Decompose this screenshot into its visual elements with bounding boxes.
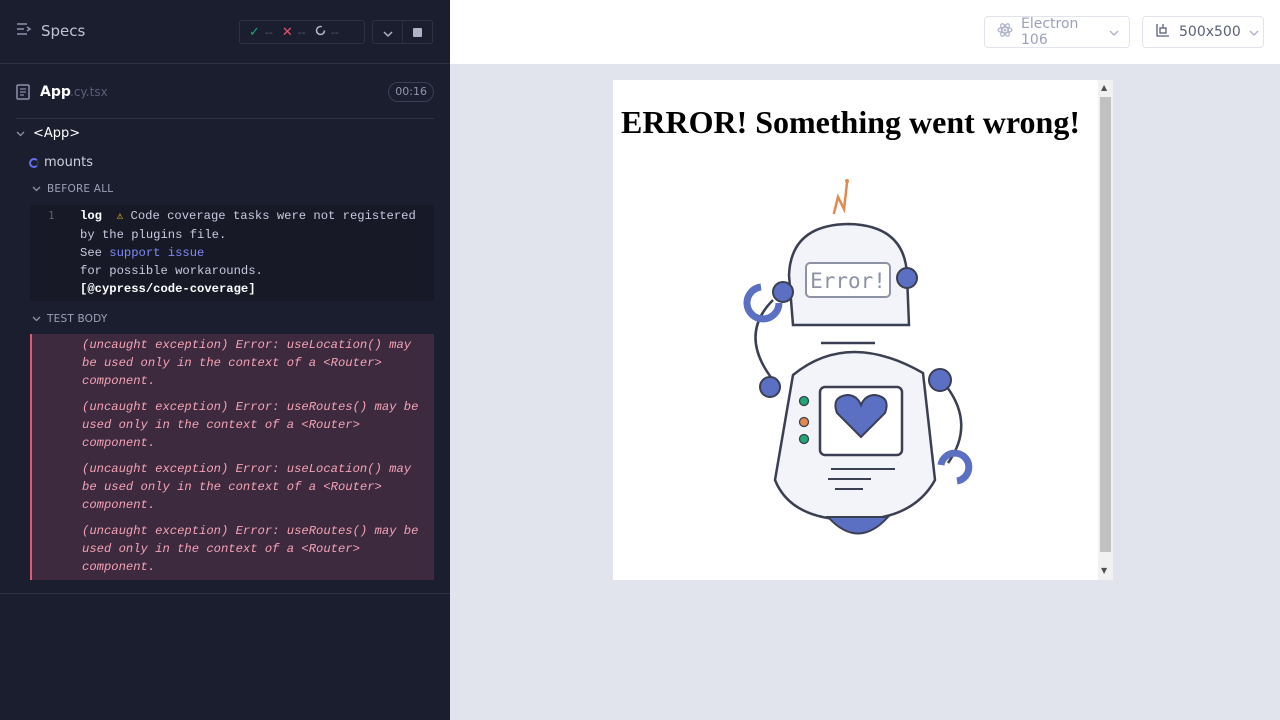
spinner-icon	[29, 157, 39, 168]
x-icon: ✕	[281, 24, 293, 40]
command-text-2: by the plugins file.	[80, 228, 227, 242]
command-tag: [@cypress/code-coverage]	[80, 282, 256, 296]
error-line: (uncaught exception) Error: useRoutes() …	[82, 400, 419, 414]
error-entry[interactable]: (uncaught exception) Error: useLocation(…	[82, 336, 430, 390]
collapse-all-button[interactable]	[372, 20, 403, 44]
error-line: component.	[82, 374, 156, 388]
run-duration: 00:16	[388, 82, 434, 102]
browser-selector[interactable]: Electron 106	[984, 16, 1130, 48]
divider	[0, 593, 450, 594]
spec-file-name: App	[40, 84, 71, 100]
error-entry[interactable]: (uncaught exception) Error: useLocation(…	[82, 460, 430, 514]
viewport-size: 500x500	[1179, 24, 1241, 40]
spinner-icon	[315, 25, 326, 39]
error-line: (uncaught exception) Error: useRoutes() …	[82, 524, 419, 538]
pending-stat: --	[315, 25, 339, 39]
viewport-selector[interactable]: 500x500	[1142, 16, 1264, 48]
robot-arm	[754, 299, 774, 381]
reporter-header: Specs ✓ -- ✕ -- --	[0, 0, 450, 64]
error-log: (uncaught exception) Error: useLocation(…	[30, 334, 434, 580]
preview-header: Electron 106 500x500	[450, 0, 1280, 64]
failed-count: --	[297, 25, 306, 39]
before-all-label: BEFORE ALL	[47, 183, 114, 195]
stop-button[interactable]	[402, 20, 433, 44]
robot-antenna	[832, 181, 849, 215]
error-line: used only in the context of a <Router>	[82, 542, 360, 556]
chevron-down-icon	[382, 23, 394, 42]
robot-hand	[937, 449, 973, 485]
robot-ear	[896, 267, 918, 289]
app-under-test-frame[interactable]: ERROR! Something went wrong! Error! ▲ ▼	[613, 80, 1113, 580]
specs-label: Specs	[41, 22, 86, 40]
robot-base	[825, 516, 891, 535]
frame-scrollbar[interactable]: ▲ ▼	[1098, 80, 1113, 580]
robot-illustration: Error!	[743, 179, 973, 535]
test-stats: ✓ -- ✕ -- --	[239, 20, 365, 44]
scroll-down-icon[interactable]: ▼	[1101, 566, 1107, 575]
warning-icon: ⚠	[116, 211, 124, 223]
error-line: component.	[82, 560, 156, 574]
command-text-3: for possible workarounds.	[80, 264, 263, 278]
robot-shoulder	[759, 376, 781, 398]
test-body-label: TEST BODY	[47, 313, 108, 325]
viewport-icon	[1155, 22, 1171, 42]
error-entry[interactable]: (uncaught exception) Error: useRoutes() …	[82, 398, 430, 452]
chevron-down-icon	[1249, 24, 1259, 40]
chevron-down-icon	[16, 126, 25, 141]
command-number: 1	[48, 209, 55, 222]
passed-stat: ✓ --	[249, 26, 273, 39]
support-issue-link[interactable]: support issue	[109, 246, 204, 260]
robot-light	[798, 395, 810, 407]
test-body-header[interactable]: TEST BODY	[32, 313, 107, 325]
specs-button[interactable]: Specs	[16, 22, 85, 40]
command-see: See	[80, 246, 102, 260]
pending-count: --	[330, 25, 339, 39]
spec-file-ext: .cy.tsx	[70, 85, 108, 99]
before-all-header[interactable]: BEFORE ALL	[32, 183, 113, 195]
scroll-up-icon[interactable]: ▲	[1101, 83, 1107, 92]
error-line: be used only in the context of a <Router…	[82, 480, 382, 494]
robot-ear	[772, 281, 794, 303]
preview-panel: Electron 106 500x500 ERROR! Something we…	[450, 0, 1280, 720]
error-entry[interactable]: (uncaught exception) Error: useRoutes() …	[82, 522, 430, 576]
robot-light	[798, 416, 810, 428]
spec-file-header: App .cy.tsx 00:16	[16, 72, 434, 119]
chevron-down-icon	[32, 183, 41, 195]
scrollbar-thumb[interactable]	[1100, 97, 1111, 552]
error-line: (uncaught exception) Error: useLocation(…	[82, 462, 412, 476]
error-line: used only in the context of a <Router>	[82, 418, 360, 432]
specs-list-icon	[16, 22, 32, 40]
command-name: log	[80, 209, 102, 223]
command-log-entry[interactable]: 1 log ⚠ Code coverage tasks were not reg…	[30, 205, 434, 301]
error-heading: ERROR! Something went wrong!	[621, 104, 1080, 140]
failed-stat: ✕ --	[282, 26, 306, 39]
stop-icon	[413, 27, 422, 37]
error-line: (uncaught exception) Error: useLocation(…	[82, 338, 412, 352]
chevron-down-icon	[1109, 24, 1119, 40]
command-message: log ⚠ Code coverage tasks were not regis…	[80, 207, 425, 298]
suite-title-text: <App>	[33, 126, 81, 141]
error-line: component.	[82, 498, 156, 512]
robot-antenna-tip	[845, 179, 849, 183]
passed-count: --	[264, 25, 273, 39]
command-text-1: Code coverage tasks were not registered	[130, 209, 416, 223]
suite-title[interactable]: <App>	[16, 126, 80, 141]
test-title-text: mounts	[44, 155, 93, 170]
reporter-panel: Specs ✓ -- ✕ -- -- App .cy.tsx 00:16 <Ap…	[0, 0, 450, 720]
chevron-down-icon	[32, 313, 41, 325]
file-icon	[16, 84, 30, 104]
test-title[interactable]: mounts	[29, 155, 93, 170]
robot-light	[798, 433, 810, 445]
browser-name: Electron 106	[1021, 16, 1079, 48]
check-icon: ✓	[249, 24, 260, 40]
robot-screen-text: Error!	[810, 269, 886, 293]
error-line: be used only in the context of a <Router…	[82, 356, 382, 370]
error-line: component.	[82, 436, 156, 450]
electron-icon	[997, 22, 1013, 42]
